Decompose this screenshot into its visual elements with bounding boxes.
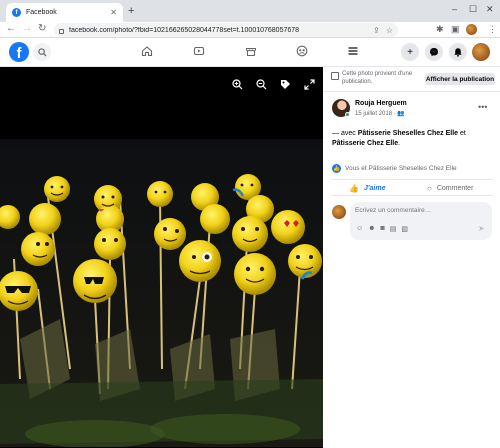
comment-bubble-icon: ○: [427, 184, 432, 193]
send-icon[interactable]: ➤: [478, 224, 485, 233]
post-date-text[interactable]: 15 juillet 2018 ·: [355, 111, 396, 117]
groups-icon[interactable]: [295, 44, 309, 58]
create-icon[interactable]: +: [401, 43, 419, 61]
notifications-icon[interactable]: [449, 43, 467, 61]
reload-icon[interactable]: ↻: [38, 23, 46, 34]
reactions-summary[interactable]: 👍 Vous et Pâtisserie Sheselles Chez Elle: [332, 164, 457, 173]
extensions-icon[interactable]: ✱: [436, 24, 444, 35]
messenger-icon[interactable]: [425, 43, 443, 61]
post-text-suffix: .: [398, 140, 401, 147]
browser-menu-icon[interactable]: ⋮: [488, 24, 497, 35]
search-icon[interactable]: [33, 43, 51, 61]
notice-text: Cette photo provient d'une publication.: [342, 71, 413, 85]
comment-input[interactable]: [355, 207, 485, 214]
post-actions: 👍 J'aime ○ Commenter: [332, 179, 492, 196]
source-notice: Cette photo provient d'une publication. …: [323, 67, 500, 92]
tagged-page-2[interactable]: Pâtisserie Chez Elle: [332, 140, 398, 147]
view-post-button[interactable]: Afficher la publication: [425, 73, 495, 85]
fullscreen-icon[interactable]: [304, 79, 315, 93]
share-icon[interactable]: ⇪: [373, 26, 380, 35]
marketplace-icon[interactable]: [244, 44, 258, 58]
zoom-in-icon[interactable]: [232, 79, 243, 93]
online-status-indicator: [345, 112, 350, 117]
commenter-avatar: [332, 205, 346, 219]
tab-title: Facebook: [26, 9, 57, 16]
forward-icon[interactable]: →: [22, 23, 32, 34]
photo[interactable]: [0, 139, 323, 447]
like-button[interactable]: 👍 J'aime: [349, 184, 385, 193]
info-icon: [331, 72, 339, 80]
lock-icon: [59, 28, 64, 34]
thumbs-up-icon: 👍: [349, 184, 359, 193]
facebook-logo[interactable]: f: [9, 42, 29, 62]
new-tab-button[interactable]: +: [128, 5, 134, 17]
menu-icon[interactable]: [346, 44, 360, 58]
browser-tab[interactable]: f Facebook ✕: [6, 3, 123, 22]
home-icon[interactable]: [140, 44, 154, 58]
watch-icon[interactable]: [192, 44, 206, 58]
camera-icon[interactable]: ◙: [381, 225, 385, 233]
gif-icon[interactable]: ▤: [390, 225, 397, 233]
facebook-header: f +: [0, 38, 500, 67]
friends-audience-icon: 👥: [397, 111, 405, 117]
sticker-icon[interactable]: ▧: [401, 225, 408, 233]
bookmark-star-icon[interactable]: ☆: [386, 26, 393, 35]
close-window-button[interactable]: ✕: [486, 4, 494, 15]
more-options-icon[interactable]: •••: [478, 102, 487, 112]
post-text-prefix: — avec: [332, 130, 358, 137]
browser-toolbar: ← → ↻ facebook.com/photo/?fbid=102166265…: [0, 22, 500, 38]
zoom-out-icon[interactable]: [256, 79, 267, 93]
facebook-favicon: f: [12, 8, 21, 17]
back-icon[interactable]: ←: [6, 23, 16, 34]
author-name[interactable]: Rouja Herguem: [355, 100, 407, 107]
browser-tab-bar: f Facebook ✕ + – ☐ ✕: [0, 0, 500, 22]
photo-viewer: [0, 67, 323, 448]
minimize-button[interactable]: –: [452, 4, 457, 14]
post-panel: Cette photo provient d'une publication. …: [323, 67, 500, 448]
comment-tools: ☺ ☻ ◙ ▤ ▧: [356, 225, 408, 233]
reactions-text[interactable]: Vous et Pâtisserie Sheselles Chez Elle: [345, 165, 457, 172]
comment-button[interactable]: ○ Commenter: [427, 184, 473, 193]
browser-profile-avatar[interactable]: [466, 24, 477, 35]
like-label: J'aime: [363, 185, 386, 192]
close-tab-icon[interactable]: ✕: [110, 8, 117, 17]
address-bar[interactable]: facebook.com/photo/?fbid=102166265028044…: [54, 23, 398, 37]
url-text[interactable]: facebook.com/photo/?fbid=102166265028044…: [69, 27, 367, 34]
maximize-button[interactable]: ☐: [469, 4, 477, 15]
like-reaction-icon: 👍: [332, 164, 341, 173]
comment-composer[interactable]: ☺ ☻ ◙ ▤ ▧ ➤: [350, 202, 492, 240]
tagged-page-1[interactable]: Pâtisserie Sheselles Chez Elle: [358, 130, 458, 137]
tag-icon[interactable]: [280, 79, 291, 93]
side-panel-icon[interactable]: ▣: [451, 24, 460, 35]
account-avatar[interactable]: [472, 43, 490, 61]
post-text: — avec Pâtisserie Sheselles Chez Elle et…: [332, 129, 492, 149]
post-text-mid: et: [458, 130, 466, 137]
comment-label: Commenter: [436, 185, 474, 192]
emoji-icon[interactable]: ☻: [368, 225, 375, 233]
avatar-sticker-icon[interactable]: ☺: [356, 225, 363, 233]
post-date[interactable]: 15 juillet 2018 · 👥: [355, 110, 405, 117]
